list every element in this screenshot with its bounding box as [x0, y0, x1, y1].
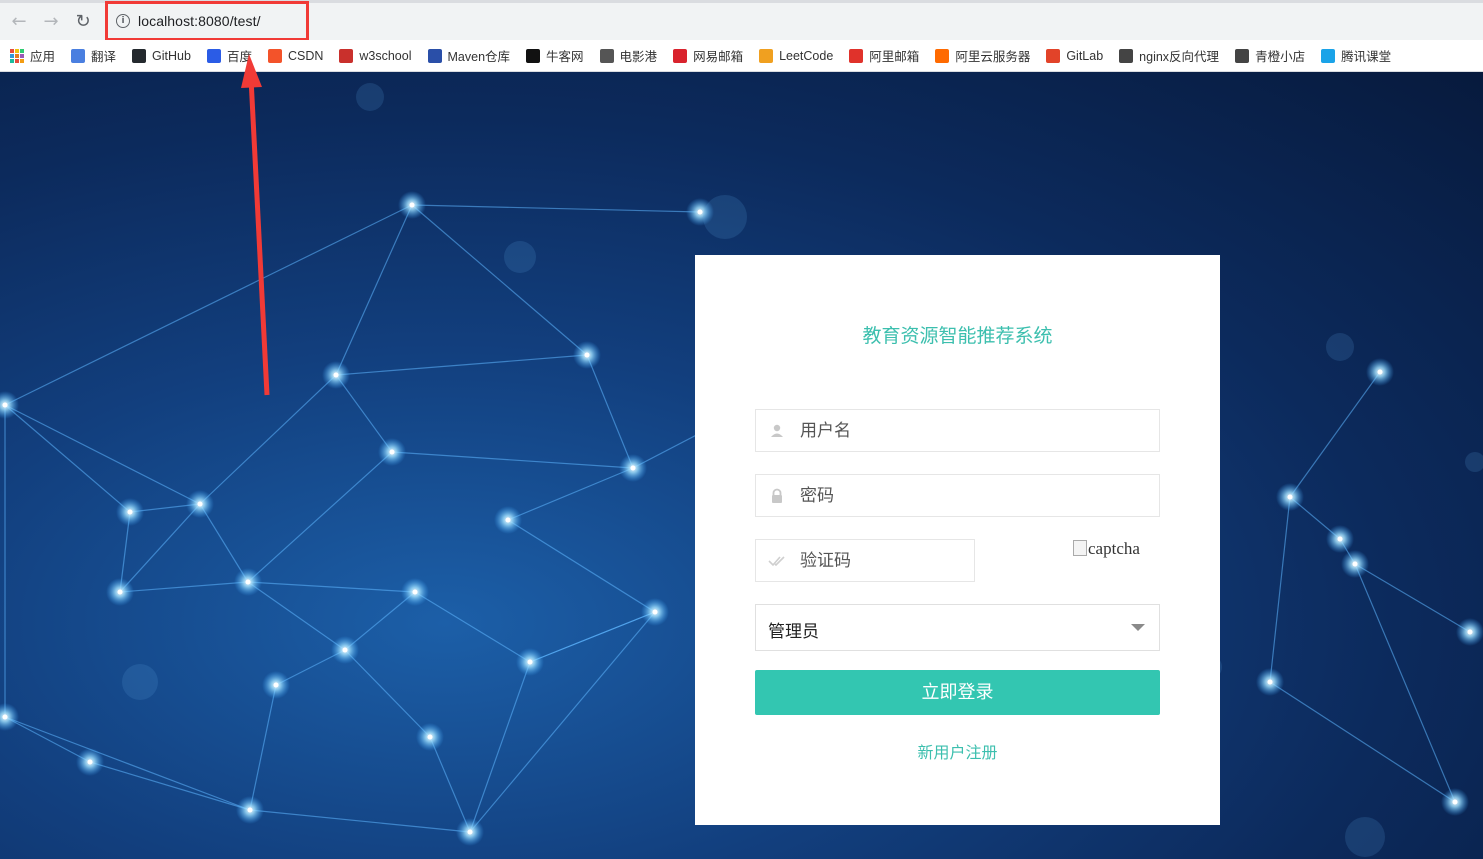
username-input[interactable]	[800, 410, 1149, 451]
address-bar[interactable]: i localhost:8080/test/	[108, 7, 1483, 37]
bookmark-item[interactable]: 腾讯课堂	[1321, 46, 1391, 65]
bookmark-label: 牛客网	[546, 50, 584, 64]
bookmark-label: 电影港	[619, 50, 658, 64]
user-icon	[771, 424, 783, 437]
w3school-icon	[339, 48, 354, 63]
password-input[interactable]	[800, 475, 1149, 516]
movie-icon	[599, 48, 614, 63]
bookmark-item[interactable]: GitLab	[1046, 48, 1104, 63]
captcha-field[interactable]	[755, 539, 975, 582]
bookmark-item[interactable]: 阿里邮箱	[849, 46, 919, 65]
maven-icon	[427, 48, 442, 63]
captcha-input[interactable]	[800, 540, 964, 581]
bookmark-item[interactable]: 应用	[10, 46, 55, 65]
login-button[interactable]: 立即登录	[755, 670, 1160, 715]
translate-icon	[71, 48, 86, 63]
bookmark-label: nginx反向代理	[1139, 50, 1220, 64]
netease-mail-icon	[673, 48, 688, 63]
bookmark-label: 百度	[226, 50, 252, 64]
forward-arrow-icon[interactable]: →	[38, 9, 64, 35]
back-arrow-icon[interactable]: ←	[6, 9, 32, 35]
bookmark-item[interactable]: 牛客网	[526, 46, 584, 65]
chevron-down-icon	[1131, 624, 1145, 631]
bookmark-label: Maven仓库	[447, 50, 511, 64]
bookmark-item[interactable]: 青橙小店	[1235, 46, 1305, 65]
gitlab-icon	[1046, 48, 1061, 63]
password-field[interactable]	[755, 474, 1160, 517]
page-content: 教育资源智能推荐系统 captcha 管理	[0, 72, 1483, 859]
lock-icon	[772, 488, 782, 503]
bookmark-label: 青橙小店	[1255, 50, 1306, 64]
bookmark-item[interactable]: 网易邮箱	[673, 46, 743, 65]
bookmark-label: w3school	[359, 48, 412, 63]
bookmark-label: 翻译	[91, 50, 117, 64]
bookmark-item[interactable]: 翻译	[71, 46, 116, 65]
bookmark-item[interactable]: nginx反向代理	[1119, 46, 1219, 65]
github-icon	[132, 48, 147, 63]
role-select[interactable]: 管理员	[755, 604, 1160, 651]
reload-icon[interactable]: ↻	[70, 9, 96, 35]
captcha-image[interactable]: captcha	[1073, 539, 1163, 569]
url-highlight-box	[105, 1, 309, 41]
bookmark-label: 网易邮箱	[693, 50, 744, 64]
bookmark-item[interactable]: 阿里云服务器	[935, 46, 1030, 65]
bookmark-label: 应用	[30, 50, 56, 64]
bookmark-item[interactable]: GitHub	[132, 48, 191, 63]
aliyun-icon	[935, 48, 950, 63]
nginx-icon	[1119, 48, 1134, 63]
baidu-icon	[206, 48, 221, 63]
bookmark-item[interactable]: Maven仓库	[427, 46, 511, 65]
apps-grid-icon	[10, 48, 24, 63]
role-selected-value: 管理员	[768, 622, 819, 642]
bookmark-label: 腾讯课堂	[1341, 50, 1392, 64]
bookmark-item[interactable]: 百度	[206, 46, 252, 65]
shop-icon	[1235, 48, 1250, 63]
system-title: 教育资源智能推荐系统	[862, 325, 1053, 347]
leetcode-icon	[759, 48, 774, 63]
bookmark-label: GitLab	[1066, 48, 1104, 63]
register-link[interactable]: 新用户注册	[695, 739, 1220, 763]
bookmark-label: CSDN	[287, 48, 324, 63]
bookmarks-bar: 应用 翻译 GitHub 百度 CSDN w3school Maven仓库 牛客网 电影港 网易邮…	[0, 40, 1483, 72]
bookmark-label: GitHub	[152, 48, 191, 63]
ali-mail-icon	[849, 48, 864, 63]
tencent-class-icon	[1321, 48, 1336, 63]
bookmark-item[interactable]: 电影港	[599, 46, 658, 65]
csdn-icon	[267, 48, 282, 63]
broken-image-icon	[1073, 540, 1087, 556]
login-card: 教育资源智能推荐系统 captcha 管理	[695, 255, 1220, 825]
double-check-icon	[768, 556, 785, 567]
bookmark-label: 阿里邮箱	[869, 50, 920, 64]
nowcoder-icon	[526, 48, 541, 63]
bookmark-label: LeetCode	[779, 48, 834, 63]
username-field[interactable]	[755, 409, 1160, 452]
bookmark-item[interactable]: w3school	[339, 48, 412, 63]
bookmark-item[interactable]: LeetCode	[759, 48, 834, 63]
captcha-alt-text: captcha	[1088, 539, 1140, 558]
bookmark-label: 阿里云服务器	[955, 50, 1031, 64]
bookmark-item[interactable]: CSDN	[267, 48, 324, 63]
